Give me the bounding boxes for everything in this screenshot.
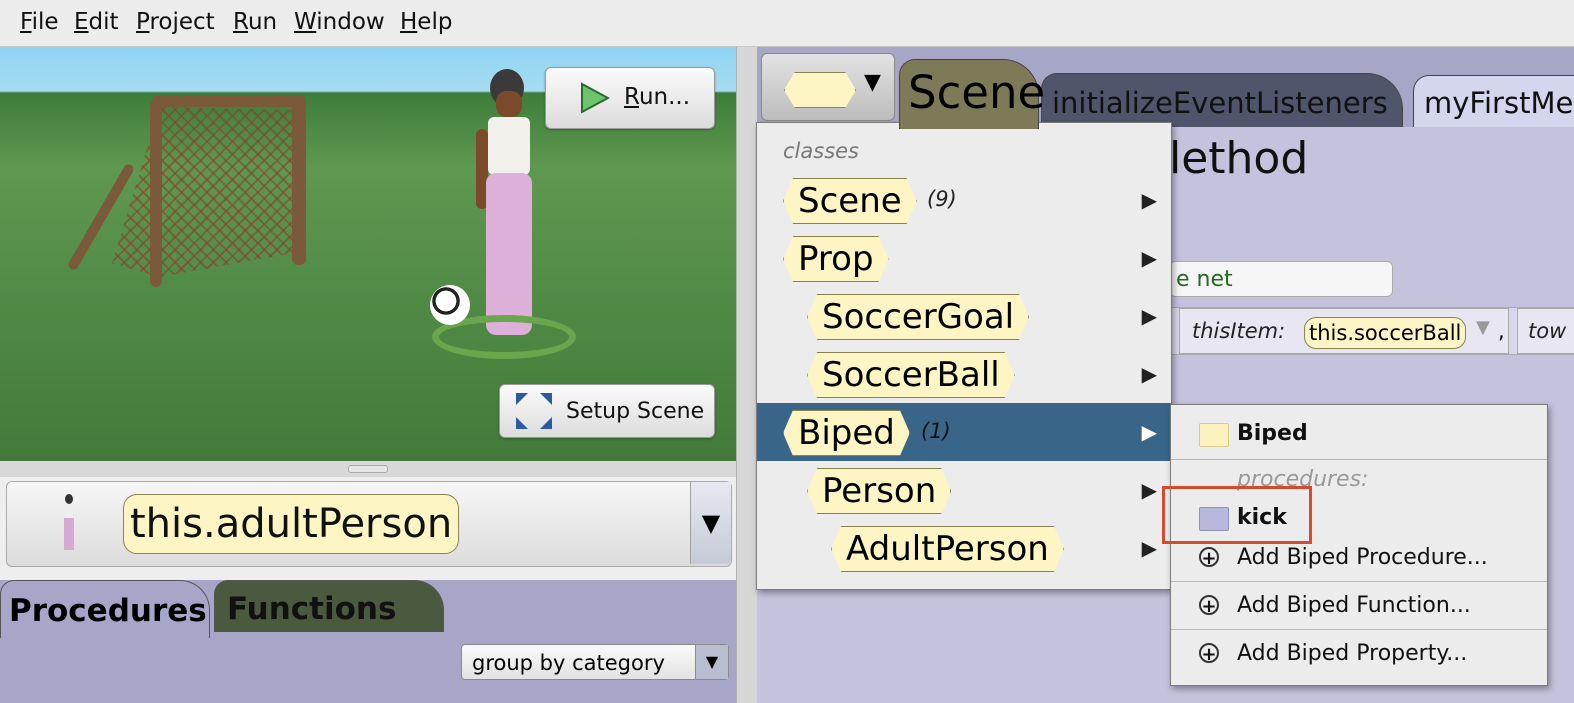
menu-bar: File Edit Project Run Window Help — [0, 0, 1574, 47]
tab-functions[interactable]: Functions — [214, 580, 444, 632]
submenu-arrow-icon: ▶ — [1141, 246, 1157, 270]
highlight-annotation — [1162, 486, 1312, 544]
menu-separator — [1171, 459, 1547, 460]
splitter-grip[interactable] — [348, 465, 388, 473]
goal-crossbar — [152, 95, 304, 107]
add-procedure-item[interactable]: + Add Biped Procedure... — [1171, 543, 1547, 575]
tab-procedures[interactable]: Procedures — [0, 580, 210, 638]
class-item-biped[interactable]: Biped (1) ▶ — [757, 403, 1171, 461]
folder-icon — [1199, 423, 1229, 447]
instance-dropdown-button[interactable]: ▼ — [690, 482, 731, 564]
menu-edit[interactable]: Edit — [74, 9, 119, 35]
submenu-arrow-icon: ▶ — [1141, 536, 1157, 560]
expand-icon — [516, 393, 552, 429]
menu-project[interactable]: Project — [136, 9, 215, 35]
goal-post-left — [150, 99, 162, 287]
goal-post-right — [292, 95, 306, 265]
menu-help[interactable]: Help — [400, 9, 452, 35]
run-button[interactable]: Run... — [545, 67, 715, 129]
classes-section-label: classes — [783, 139, 859, 163]
method-title: lethod — [1169, 133, 1309, 184]
soccer-ball-model — [430, 285, 470, 325]
class-item-prop[interactable]: Prop ▶ — [757, 229, 1171, 287]
class-menu-button[interactable]: ▼ — [761, 53, 895, 121]
tab-scene[interactable]: Scene — [899, 59, 1045, 129]
submenu-arrow-icon: ▶ — [1141, 478, 1157, 502]
class-item-person[interactable]: Person ▶ — [757, 461, 1171, 519]
code-statement-line[interactable]: thisItem: this.soccerBall ▼ , tow — [1169, 307, 1574, 355]
class-item-soccergoal[interactable]: SoccerGoal ▶ — [757, 287, 1171, 345]
setup-scene-button[interactable]: Setup Scene — [499, 384, 715, 438]
menu-separator — [1171, 629, 1547, 630]
chevron-down-icon: ▼ — [864, 70, 881, 95]
class-item-soccerball[interactable]: SoccerBall ▶ — [757, 345, 1171, 403]
class-hexagon-icon — [784, 72, 856, 108]
submenu-arrow-icon: ▶ — [1141, 362, 1157, 386]
next-argument-segment[interactable]: tow — [1517, 308, 1574, 354]
add-icon: + — [1199, 643, 1219, 664]
argument-value-tile[interactable]: this.soccerBall — [1304, 317, 1467, 349]
vertical-splitter[interactable] — [736, 47, 758, 703]
selected-instance-tile: this.adultPerson — [123, 494, 460, 554]
code-comment-line[interactable]: e net — [1169, 261, 1393, 297]
submenu-arrow-icon: ▶ — [1141, 420, 1157, 444]
submenu-arrow-icon: ▶ — [1141, 188, 1157, 212]
menu-run[interactable]: Run — [233, 9, 277, 35]
member-tabs-pane: Functions Procedures group by category ▼ — [0, 580, 736, 703]
class-item-adultperson[interactable]: AdultPerson ▶ — [757, 519, 1171, 577]
play-icon — [581, 82, 610, 114]
chevron-down-icon[interactable]: ▼ — [695, 645, 728, 679]
editor-tab-bar: ▼ Scene initializeEventListeners myFirst… — [757, 47, 1574, 129]
horizontal-splitter[interactable] — [0, 461, 736, 477]
biped-class-item[interactable]: Biped — [1171, 419, 1547, 451]
class-item-scene[interactable]: Scene (9) ▶ — [757, 171, 1171, 229]
adult-person-thumbnail-icon — [63, 494, 75, 554]
menu-window[interactable]: Window — [294, 9, 385, 35]
add-function-item[interactable]: + Add Biped Function... — [1171, 591, 1547, 623]
menu-separator — [1171, 581, 1547, 582]
instance-selector[interactable]: this.adultPerson ▼ — [6, 481, 732, 567]
soccer-goal-net — [112, 107, 302, 277]
scene-view[interactable]: Run... Setup Scene — [0, 47, 736, 461]
menu-file[interactable]: File — [20, 9, 59, 35]
add-icon: + — [1199, 595, 1219, 616]
add-icon: + — [1199, 547, 1219, 568]
tab-my-first-method[interactable]: myFirstMet — [1413, 75, 1574, 129]
argument-segment[interactable]: thisItem: this.soccerBall ▼ , — [1179, 308, 1509, 354]
group-by-select[interactable]: group by category ▼ — [461, 644, 729, 680]
chevron-down-icon[interactable]: ▼ — [1476, 317, 1490, 338]
submenu-arrow-icon: ▶ — [1141, 304, 1157, 328]
tab-initialize-event-listeners[interactable]: initializeEventListeners — [1041, 73, 1403, 129]
add-property-item[interactable]: + Add Biped Property... — [1171, 639, 1547, 671]
class-popup-menu: classes Scene (9) ▶ Prop ▶ SoccerGoal ▶ … — [756, 122, 1172, 590]
biped-submenu: Biped procedures: kick + Add Biped Proce… — [1170, 404, 1548, 686]
